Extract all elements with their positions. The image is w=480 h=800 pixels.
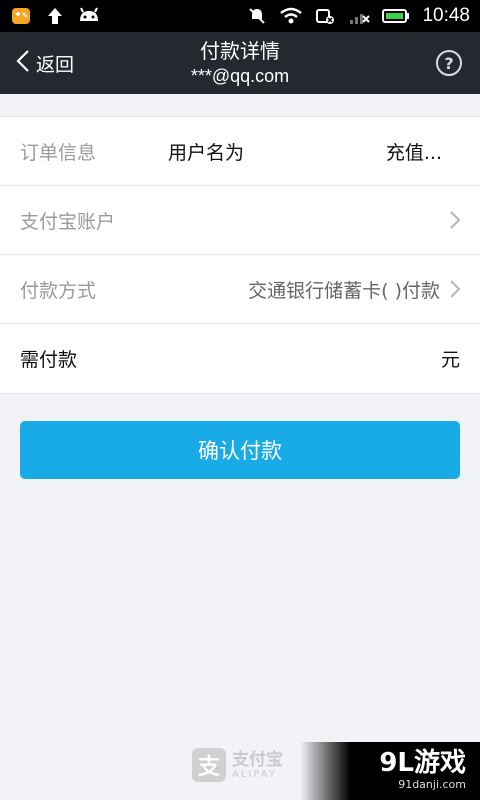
data-icon xyxy=(314,6,336,26)
alipay-account-row[interactable]: 支付宝账户 xyxy=(0,186,480,255)
wifi-icon xyxy=(280,6,303,26)
alipay-logo: 支 支付宝 ALIPAY xyxy=(192,748,283,782)
status-time: 10:48 xyxy=(422,5,470,26)
payment-details-list: 订单信息 用户名为 充值... 支付宝账户 付款方式 交通银行储蓄卡( )付款 … xyxy=(0,116,480,394)
mute-icon xyxy=(246,6,268,26)
game-icon xyxy=(10,6,32,26)
order-info-label: 订单信息 xyxy=(20,141,97,164)
alipay-logo-icon: 支 xyxy=(192,748,226,782)
signal-icon xyxy=(348,6,371,26)
order-info-row: 订单信息 用户名为 充值... xyxy=(0,117,480,186)
payment-method-label: 付款方式 xyxy=(20,279,97,302)
payment-method-value: 交通银行储蓄卡( )付款 xyxy=(248,279,440,302)
amount-due-value: 元 xyxy=(440,349,460,371)
status-bar: 10:48 xyxy=(0,0,480,32)
alipay-account-label: 支付宝账户 xyxy=(20,210,116,233)
order-info-value: 用户名为 xyxy=(168,141,245,164)
battery-icon xyxy=(382,6,410,26)
alipay-brand-zh: 支付宝 xyxy=(232,749,283,770)
amount-due-label: 需付款 xyxy=(20,349,78,371)
android-icon xyxy=(78,6,100,26)
confirm-payment-button[interactable]: 确认付款 xyxy=(20,421,460,479)
watermark-url: 91danji.com xyxy=(398,778,466,791)
chevron-right-icon xyxy=(450,211,461,229)
chevron-right-icon xyxy=(450,280,461,298)
payment-method-row[interactable]: 付款方式 交通银行储蓄卡( )付款 xyxy=(0,255,480,324)
order-info-detail: 充值... xyxy=(385,141,442,164)
header-bar: 返回 付款详情 ***@qq.com ? xyxy=(0,32,480,94)
alipay-brand-en: ALIPAY xyxy=(232,768,277,780)
title-block: 付款详情 ***@qq.com xyxy=(0,38,480,88)
site-watermark: 9L游戏 91danji.com xyxy=(300,742,480,800)
upload-arrow-icon xyxy=(44,6,66,26)
help-icon: ? xyxy=(444,53,454,73)
watermark-brand: 9L游戏 xyxy=(379,748,466,778)
page-title: 付款详情 xyxy=(200,39,280,63)
alipay-brand-text: 支付宝 ALIPAY xyxy=(232,751,283,780)
status-bar-right: 10:48 xyxy=(246,5,470,27)
status-bar-left xyxy=(10,6,100,26)
account-email: ***@qq.com xyxy=(190,66,290,86)
amount-due-row: 需付款 元 xyxy=(0,324,480,393)
help-button[interactable]: ? xyxy=(436,50,462,76)
